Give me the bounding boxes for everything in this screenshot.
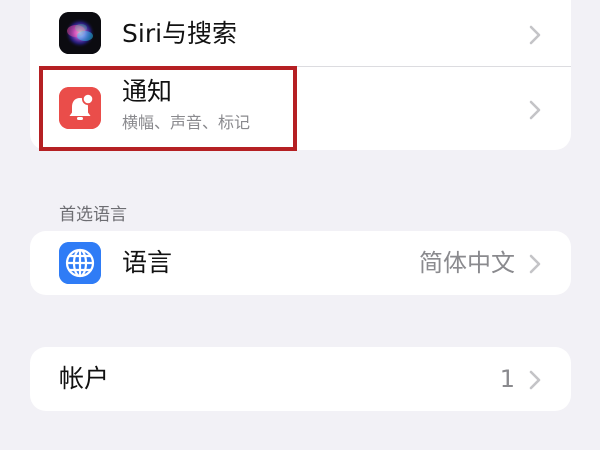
chevron-right-icon — [529, 254, 541, 274]
language-label: 语言 — [122, 248, 173, 277]
language-group: 语言 简体中文 — [30, 231, 571, 295]
siri-icon — [59, 12, 101, 54]
chevron-right-icon — [529, 370, 541, 390]
language-value: 简体中文 — [419, 249, 515, 277]
notifications-highlight-box — [39, 66, 297, 151]
preferred-language-header: 首选语言 — [59, 205, 127, 225]
accounts-row[interactable]: 帐户 1 — [30, 347, 571, 411]
accounts-group: 帐户 1 — [30, 347, 571, 411]
accounts-count: 1 — [499, 365, 515, 393]
chevron-right-icon — [529, 100, 541, 120]
siri-search-label: Siri与搜索 — [122, 19, 238, 48]
globe-icon — [59, 242, 101, 284]
siri-search-row[interactable]: Siri与搜索 — [30, 0, 571, 66]
accounts-label: 帐户 — [59, 364, 110, 393]
language-row[interactable]: 语言 简体中文 — [30, 231, 571, 295]
chevron-right-icon — [529, 25, 541, 45]
